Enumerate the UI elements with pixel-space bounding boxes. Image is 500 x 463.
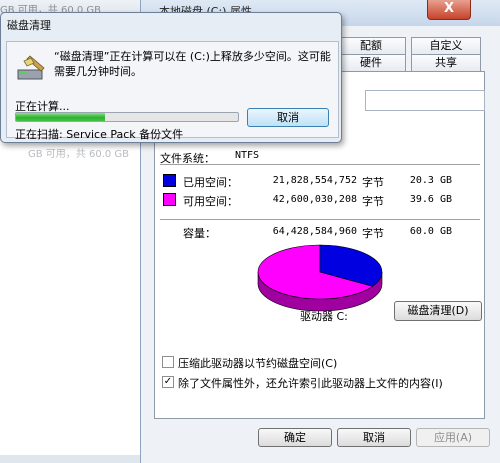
tab-sharing[interactable]: 共享 — [411, 54, 481, 71]
progress-fill — [16, 113, 105, 121]
free-space-gb: 39.6 GB — [409, 194, 452, 205]
used-space-gb: 20.3 GB — [409, 175, 452, 186]
capacity-bytes: 64,428,584,960 — [272, 226, 357, 237]
capacity-unit: 字节 — [362, 227, 384, 240]
free-space-unit: 字节 — [362, 195, 384, 208]
disk-cleanup-icon — [17, 55, 45, 80]
cleanup-cancel-button[interactable]: 取消 — [247, 108, 329, 127]
apply-button[interactable]: 应用(A) — [416, 428, 490, 447]
free-space-swatch — [163, 193, 176, 206]
compress-label: 压缩此驱动器以节约磁盘空间(C) — [178, 357, 338, 370]
close-icon: X — [443, 1, 455, 16]
index-checkbox[interactable]: ✓ — [162, 376, 174, 388]
disk-cleanup-button[interactable]: 磁盘清理(D) — [394, 301, 482, 321]
divider — [160, 164, 480, 165]
index-label: 除了文件属性外，还允许索引此驱动器上文件的内容(I) — [178, 377, 443, 390]
cleanup-message: “磁盘清理”正在计算可以在 (C:)上释放多少空间。这可能需要几分钟时间。 — [54, 50, 331, 78]
tab-hardware[interactable]: 硬件 — [336, 54, 406, 71]
ok-button[interactable]: 确定 — [258, 428, 332, 447]
cancel-button[interactable]: 取消 — [337, 428, 411, 447]
drive-label: 驱动器 C: — [300, 310, 348, 323]
divider — [160, 219, 480, 220]
used-space-swatch — [163, 174, 176, 187]
cleanup-dialog-body: “磁盘清理”正在计算可以在 (C:)上释放多少空间。这可能需要几分钟时间。 正在… — [6, 41, 339, 141]
check-icon: ✓ — [163, 376, 173, 387]
drive-name-input[interactable] — [365, 90, 485, 111]
used-space-label: 已用空间： — [183, 176, 238, 189]
compress-checkbox[interactable] — [162, 356, 174, 368]
close-button[interactable]: X — [427, 0, 471, 20]
scanning-text: 正在扫描: Service Pack 备份文件 — [15, 128, 184, 141]
capacity-gb: 60.0 GB — [409, 226, 452, 237]
explorer-footer — [0, 455, 160, 463]
tab-customize[interactable]: 自定义 — [411, 37, 481, 54]
disk-cleanup-dialog: 磁盘清理 “磁盘清理”正在计算可以在 (C:)上释放多少空间。这可能需要几分钟时… — [0, 12, 342, 143]
explorer-drive-info: GB 可用，共 60.0 GB — [28, 149, 130, 160]
capacity-label: 容量： — [183, 227, 216, 240]
used-space-bytes: 21,828,554,752 — [272, 175, 357, 186]
free-space-label: 可用空间： — [183, 195, 238, 208]
used-space-unit: 字节 — [362, 176, 384, 189]
cleanup-dialog-title: 磁盘清理 — [7, 19, 51, 32]
cleanup-progress-bar — [15, 112, 239, 122]
filesystem-value: NTFS — [235, 150, 260, 161]
free-space-bytes: 42,600,030,208 — [272, 194, 357, 205]
tab-quota[interactable]: 配额 — [336, 37, 406, 54]
